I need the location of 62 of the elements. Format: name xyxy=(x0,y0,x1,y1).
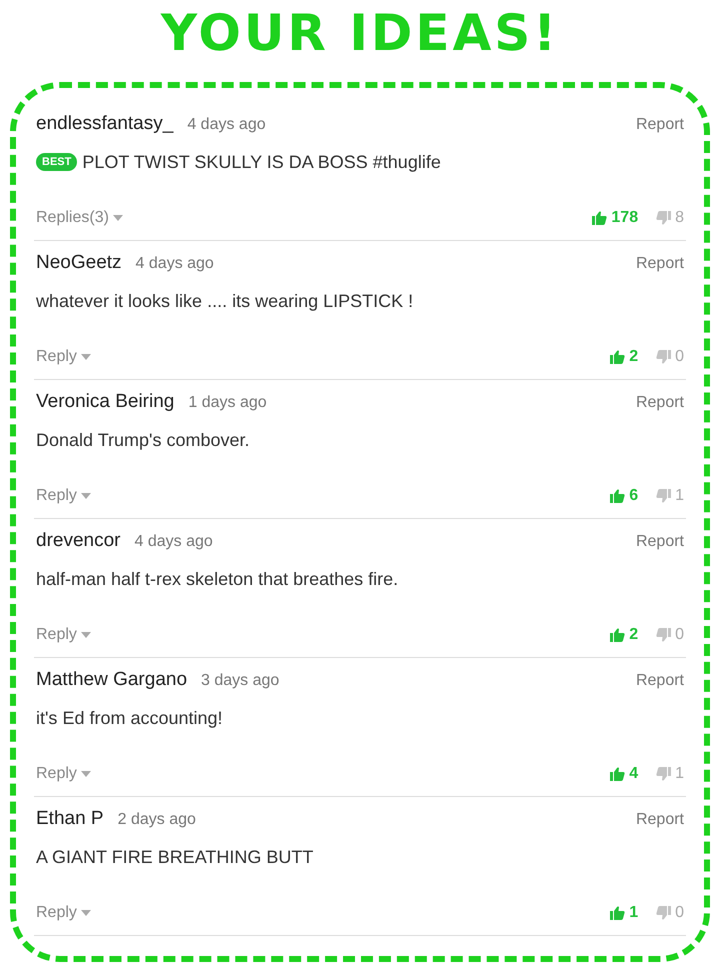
thumbs-down-icon xyxy=(656,350,672,364)
author-name[interactable]: Veronica Beiring xyxy=(36,388,174,416)
best-badge: BEST xyxy=(36,152,78,172)
timestamp: 3 days ago xyxy=(201,671,280,691)
dislike-button[interactable]: 0 xyxy=(656,623,684,647)
thumbs-up-icon xyxy=(610,906,626,920)
thumbs-up-icon xyxy=(610,628,626,642)
thumbs-down-icon xyxy=(656,211,672,225)
reply-button[interactable]: Reply xyxy=(36,484,91,508)
dislike-button[interactable]: 0 xyxy=(656,345,684,369)
report-link[interactable]: Report xyxy=(636,252,684,276)
author-name[interactable]: drevencor xyxy=(36,527,120,556)
reply-button[interactable]: Replies(3) xyxy=(36,206,123,230)
author-name[interactable]: Matthew Gargano xyxy=(36,666,188,694)
dislike-button[interactable]: 1 xyxy=(656,484,684,508)
comment-text: PLOT TWIST SKULLY IS DA BOSS #thuglife xyxy=(82,150,441,174)
timestamp: 4 days ago xyxy=(134,532,213,552)
timestamp: 4 days ago xyxy=(187,115,266,135)
author-name[interactable]: Ethan P xyxy=(36,805,104,834)
page-title: YOUR IDEAS! xyxy=(160,8,560,64)
report-link[interactable]: Report xyxy=(636,530,684,554)
thumbs-up-icon xyxy=(592,211,608,225)
dislike-button[interactable]: 8 xyxy=(656,206,684,230)
author-name[interactable]: NeoGeetz xyxy=(36,249,122,278)
comment-text: it's Ed from accounting! xyxy=(36,706,223,730)
thumbs-down-icon xyxy=(656,767,672,781)
caret-icon xyxy=(80,771,91,777)
thumbs-up-icon xyxy=(610,350,626,364)
comment-text: Donald Trump's combover. xyxy=(36,428,250,452)
like-button[interactable]: 2 xyxy=(610,623,638,647)
timestamp: 4 days ago xyxy=(136,254,214,274)
like-button[interactable]: 1 xyxy=(610,901,638,925)
timestamp: 2 days ago xyxy=(118,810,196,830)
reply-button[interactable]: Reply xyxy=(36,345,91,369)
thumbs-down-icon xyxy=(656,489,672,503)
caret-icon xyxy=(112,215,123,221)
dislike-button[interactable]: 0 xyxy=(656,901,684,925)
report-link[interactable]: Report xyxy=(636,391,684,415)
like-button[interactable]: 4 xyxy=(610,762,638,786)
caret-icon xyxy=(80,493,91,499)
report-link[interactable]: Report xyxy=(636,669,684,693)
report-link[interactable]: Report xyxy=(636,808,684,832)
like-button[interactable]: 178 xyxy=(592,206,638,230)
comment-text: A GIANT FIRE BREATHING BUTT xyxy=(36,846,314,868)
like-button[interactable]: 6 xyxy=(610,484,638,508)
reply-button[interactable]: Reply xyxy=(36,762,91,786)
report-link[interactable]: Report xyxy=(636,113,684,137)
comment-text: whatever it looks like .... its wearing LIPSTICK ! xyxy=(36,290,414,313)
reply-button[interactable]: Reply xyxy=(36,623,91,647)
comment-text: half-man half t-rex skeleton that breathes fire. xyxy=(36,568,398,590)
thumbs-up-icon xyxy=(610,767,626,781)
thumbs-down-icon xyxy=(656,906,672,920)
caret-icon xyxy=(80,910,91,916)
like-button[interactable]: 2 xyxy=(610,345,638,369)
caret-icon xyxy=(80,632,91,638)
caret-icon xyxy=(80,354,91,360)
dislike-button[interactable]: 1 xyxy=(656,762,684,786)
thumbs-up-icon xyxy=(610,489,626,503)
reply-button[interactable]: Reply xyxy=(36,901,91,925)
author-name[interactable]: endlessfantasy_ xyxy=(36,110,174,138)
timestamp: 1 days ago xyxy=(188,393,267,413)
thumbs-down-icon xyxy=(656,628,672,642)
